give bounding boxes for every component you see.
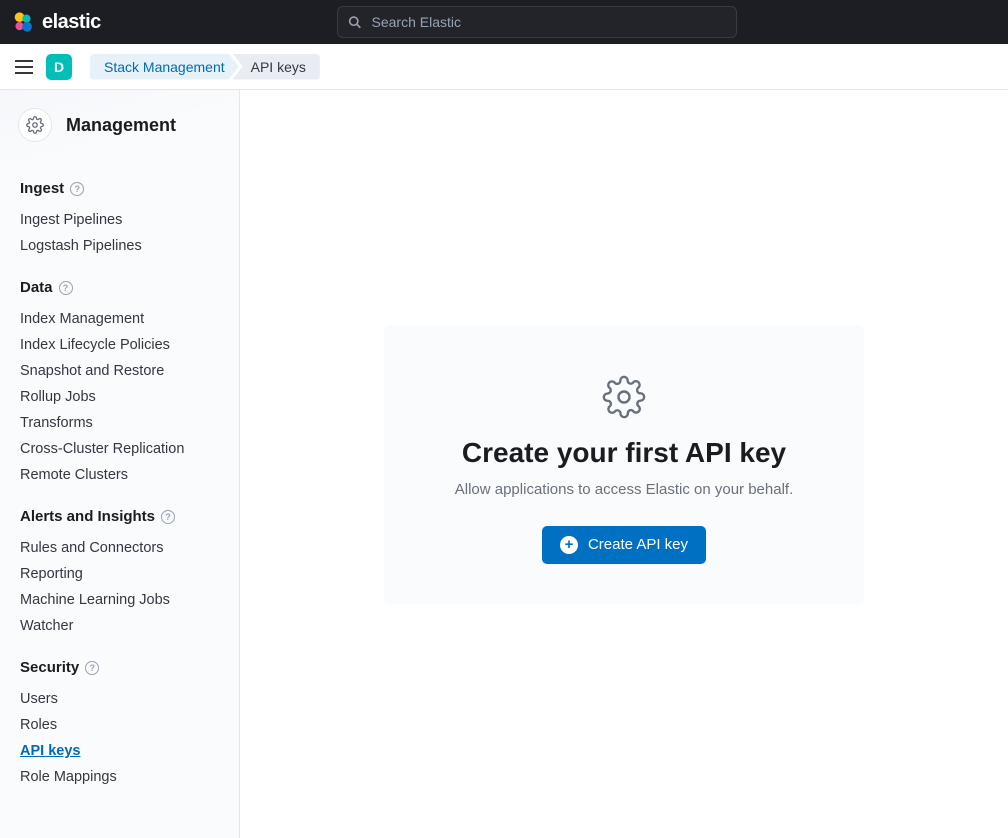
create-api-key-button[interactable]: + Create API key bbox=[542, 526, 706, 564]
plus-icon: + bbox=[560, 536, 578, 554]
help-icon[interactable]: ? bbox=[161, 510, 175, 524]
sidebar-item-remote-clusters[interactable]: Remote Clusters bbox=[20, 462, 219, 488]
section-title-label: Security bbox=[20, 659, 79, 676]
sidebar-item-index-lifecycle-policies[interactable]: Index Lifecycle Policies bbox=[20, 332, 219, 358]
sidebar-section: Security? UsersRolesAPI keysRole Mappings bbox=[0, 659, 239, 790]
section-title: Alerts and Insights? bbox=[20, 508, 219, 525]
help-icon[interactable]: ? bbox=[70, 182, 84, 196]
sidebar-item-transforms[interactable]: Transforms bbox=[20, 410, 219, 436]
nav-list: Ingest PipelinesLogstash Pipelines bbox=[20, 207, 219, 259]
sidebar-item-role-mappings[interactable]: Role Mappings bbox=[20, 764, 219, 790]
brand-logo[interactable]: elastic bbox=[12, 11, 101, 34]
brand-text: elastic bbox=[42, 11, 101, 34]
sidebar-item-machine-learning-jobs[interactable]: Machine Learning Jobs bbox=[20, 587, 219, 613]
sidebar-item-index-management[interactable]: Index Management bbox=[20, 306, 219, 332]
avatar[interactable]: D bbox=[46, 54, 72, 80]
breadcrumb-api-keys: API keys bbox=[233, 54, 320, 80]
sidebar-item-ingest-pipelines[interactable]: Ingest Pipelines bbox=[20, 207, 219, 233]
help-icon[interactable]: ? bbox=[59, 281, 73, 295]
menu-toggle-button[interactable] bbox=[12, 55, 36, 79]
sidebar-item-rules-and-connectors[interactable]: Rules and Connectors bbox=[20, 535, 219, 561]
section-title: Ingest? bbox=[20, 180, 219, 197]
top-bar: elastic bbox=[0, 0, 1008, 44]
sidebar-item-snapshot-and-restore[interactable]: Snapshot and Restore bbox=[20, 358, 219, 384]
section-title-label: Alerts and Insights bbox=[20, 508, 155, 525]
sidebar-item-cross-cluster-replication[interactable]: Cross-Cluster Replication bbox=[20, 436, 219, 462]
sidebar-section: Alerts and Insights? Rules and Connectors… bbox=[0, 508, 239, 639]
nav-list: Rules and ConnectorsReportingMachine Lea… bbox=[20, 535, 219, 639]
section-title: Data? bbox=[20, 279, 219, 296]
nav-list: Index ManagementIndex Lifecycle Policies… bbox=[20, 306, 219, 488]
section-title-label: Ingest bbox=[20, 180, 64, 197]
search-box[interactable] bbox=[337, 6, 737, 38]
gear-icon bbox=[412, 375, 836, 419]
sidebar-item-reporting[interactable]: Reporting bbox=[20, 561, 219, 587]
elastic-logo-icon bbox=[12, 11, 34, 33]
empty-state-card: Create your first API key Allow applicat… bbox=[384, 325, 864, 604]
sidebar-section: Ingest? Ingest PipelinesLogstash Pipeline… bbox=[0, 180, 239, 259]
sidebar-header: Management bbox=[0, 90, 239, 160]
breadcrumb: Stack Management API keys bbox=[90, 54, 320, 80]
section-title: Security? bbox=[20, 659, 219, 676]
sidebar-title: Management bbox=[66, 115, 176, 136]
breadcrumb-stack-management[interactable]: Stack Management bbox=[90, 54, 239, 80]
gear-icon bbox=[18, 108, 52, 142]
subheader: D Stack Management API keys bbox=[0, 44, 1008, 90]
search-icon bbox=[348, 15, 361, 29]
section-title-label: Data bbox=[20, 279, 53, 296]
main-content: Create your first API key Allow applicat… bbox=[240, 90, 1008, 838]
sidebar-item-api-keys[interactable]: API keys bbox=[20, 738, 219, 764]
sidebar: Management Ingest? Ingest PipelinesLogsta… bbox=[0, 90, 240, 838]
sidebar-item-rollup-jobs[interactable]: Rollup Jobs bbox=[20, 384, 219, 410]
nav-list: UsersRolesAPI keysRole Mappings bbox=[20, 686, 219, 790]
empty-state-description: Allow applications to access Elastic on … bbox=[412, 481, 836, 498]
search-input[interactable] bbox=[372, 14, 727, 30]
sidebar-item-watcher[interactable]: Watcher bbox=[20, 613, 219, 639]
empty-state-title: Create your first API key bbox=[412, 437, 836, 469]
sidebar-section: Data? Index ManagementIndex Lifecycle Pol… bbox=[0, 279, 239, 488]
search-container bbox=[101, 6, 974, 38]
sidebar-item-users[interactable]: Users bbox=[20, 686, 219, 712]
sidebar-item-logstash-pipelines[interactable]: Logstash Pipelines bbox=[20, 233, 219, 259]
create-api-key-button-label: Create API key bbox=[588, 536, 688, 553]
help-icon[interactable]: ? bbox=[85, 661, 99, 675]
sidebar-item-roles[interactable]: Roles bbox=[20, 712, 219, 738]
